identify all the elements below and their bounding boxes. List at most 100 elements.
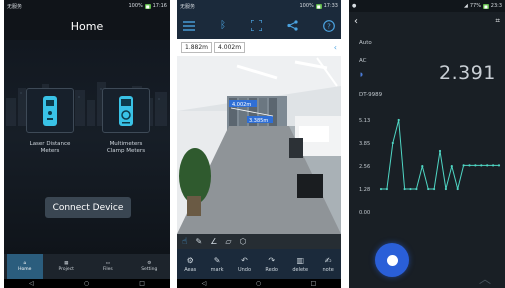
series-line — [381, 119, 499, 190]
fullscreen-icon[interactable] — [251, 20, 262, 31]
cube-icon[interactable]: ⬡ — [240, 237, 247, 246]
home-nav-icon[interactable]: ○ — [84, 280, 89, 287]
record-button[interactable] — [375, 243, 409, 277]
data-point — [480, 164, 483, 167]
laser-distance-tile[interactable] — [26, 88, 74, 133]
recents-nav-icon[interactable]: □ — [311, 280, 317, 287]
pen-icon: ✎ — [213, 255, 221, 265]
phone-measure-screen: 无服务 100% ■ 17:33 ᛒ ? 1.882m 4.002m ‹ 4.0… — [177, 0, 341, 288]
redo-button[interactable]: ↷ Redo — [265, 249, 278, 279]
data-point — [433, 187, 436, 191]
redo-icon: ↷ — [268, 255, 276, 265]
y-tick-label: 0.00 — [359, 210, 370, 216]
share-icon[interactable] — [287, 20, 298, 31]
status-bar: ● ◢ 77% ■ 23:3 — [349, 0, 505, 12]
back-nav-icon[interactable]: ◁ — [29, 280, 34, 287]
status-bar: 无服务 100% ■ 17:16 — [4, 0, 170, 12]
crop-icon[interactable]: ⌗ — [495, 16, 500, 26]
meter-reading: 2.391 — [439, 62, 496, 84]
range-indicator-icon: ◗ — [360, 72, 363, 78]
gear-icon: ⚙ — [186, 255, 194, 265]
data-point — [379, 187, 383, 191]
multimeter-tile[interactable] — [102, 88, 150, 133]
back-arrow-icon[interactable]: ‹ — [354, 16, 358, 27]
meter-line-chart: 5.13 3.85 2.56 1.28 0.00 — [359, 118, 501, 216]
trash-icon: ▥ — [296, 255, 304, 265]
bottom-tab-bar: ⌂ Home ▦ Project ▭ Files ⚙ Setting — [4, 254, 170, 279]
measurement-value-2[interactable]: 4.002m — [214, 42, 246, 53]
grid-icon: ▦ — [64, 261, 69, 266]
mark-button[interactable]: ✎ mark — [211, 249, 224, 279]
connect-device-button[interactable]: Connect Device — [45, 197, 131, 218]
collapse-chevron-icon[interactable]: ‹ — [334, 43, 337, 52]
data-point — [468, 164, 471, 167]
pointer-icon[interactable]: ☝ — [182, 237, 187, 247]
battery-text: 100% — [128, 3, 143, 9]
data-point — [415, 187, 418, 191]
notification-icon: ● — [352, 3, 357, 9]
type-label: AC — [359, 58, 367, 64]
page-title: Home — [70, 19, 104, 33]
carrier-text: 无服务 — [180, 3, 196, 10]
office-photo[interactable]: 4.002m 3.385m — [177, 56, 341, 234]
help-icon[interactable]: ? — [323, 19, 335, 32]
multimeter-icon — [119, 95, 133, 126]
data-point — [486, 164, 489, 167]
undo-button[interactable]: ↶ Undo — [238, 249, 251, 279]
delete-button[interactable]: ▥ delete — [292, 249, 308, 279]
tab-files[interactable]: ▭ Files — [90, 254, 126, 279]
recents-nav-icon[interactable]: □ — [139, 280, 145, 287]
note-button[interactable]: ✍ note — [323, 249, 334, 279]
clock-text: 17:16 — [152, 3, 167, 9]
tab-project[interactable]: ▦ Project — [48, 254, 84, 279]
gear-icon: ⚙ — [147, 261, 152, 266]
phone-multimeter-screen: ● ◢ 77% ■ 23:3 ‹ ⌗ Auto AC ◗ 2.391 DT-99… — [349, 0, 505, 288]
battery-icon: ■ — [144, 3, 151, 9]
laser-meter-icon — [43, 95, 57, 126]
pen-icon[interactable]: ✎ — [195, 237, 202, 246]
data-point — [403, 187, 406, 191]
data-point — [438, 149, 442, 153]
action-bar: ⚙ Aeas ✎ mark ↶ Undo ↷ Redo ▥ delete ✍ n… — [177, 249, 341, 279]
note-icon: ✍ — [324, 255, 332, 265]
status-bar: 无服务 100% ■ 17:33 — [177, 0, 341, 12]
measurement-bar: 1.882m 4.002m ‹ — [177, 39, 341, 56]
rectangle-icon[interactable]: ▱ — [225, 237, 231, 246]
clock-text: 23:3 — [490, 3, 502, 9]
data-point — [474, 164, 477, 167]
areas-button[interactable]: ⚙ Aeas — [184, 249, 196, 279]
back-nav-icon[interactable]: ◁ — [202, 280, 207, 287]
mode-label: Auto — [359, 40, 372, 46]
home-icon: ⌂ — [23, 261, 27, 266]
data-point — [391, 141, 394, 145]
home-nav-icon[interactable]: ○ — [256, 280, 261, 287]
data-point — [492, 164, 495, 167]
measure-label-2[interactable]: 3.385m — [249, 118, 268, 124]
data-point — [385, 187, 388, 191]
system-nav-bar: ◁ ○ □ — [4, 279, 170, 288]
carrier-text: 无服务 — [7, 3, 23, 10]
y-tick-label: 1.28 — [359, 187, 370, 193]
bluetooth-icon[interactable]: ᛒ — [220, 20, 226, 31]
chevron-up-icon[interactable]: ︿ — [479, 270, 491, 287]
menu-icon[interactable] — [183, 20, 195, 31]
folder-icon: ▭ — [105, 261, 110, 266]
line-icon[interactable]: ∠ — [210, 237, 217, 246]
data-point — [462, 164, 465, 167]
clock-text: 17:33 — [323, 3, 338, 9]
battery-text: 100% — [299, 3, 314, 9]
measure-label-1[interactable]: 4.002m — [232, 102, 251, 108]
meter-toolbar: ‹ ⌗ — [349, 12, 505, 30]
data-point — [409, 187, 412, 191]
tab-setting[interactable]: ⚙ Setting — [131, 254, 167, 279]
data-point — [497, 164, 501, 167]
data-point — [421, 164, 424, 168]
svg-text:?: ? — [327, 22, 331, 30]
data-point — [397, 118, 400, 122]
tab-home[interactable]: ⌂ Home — [6, 254, 43, 279]
data-point — [427, 187, 430, 191]
measurement-value-1[interactable]: 1.882m — [181, 42, 213, 53]
data-point — [456, 187, 459, 191]
battery-icon: ■ — [315, 3, 322, 9]
drawing-tools: ☝ ✎ ∠ ▱ ⬡ — [177, 234, 341, 249]
